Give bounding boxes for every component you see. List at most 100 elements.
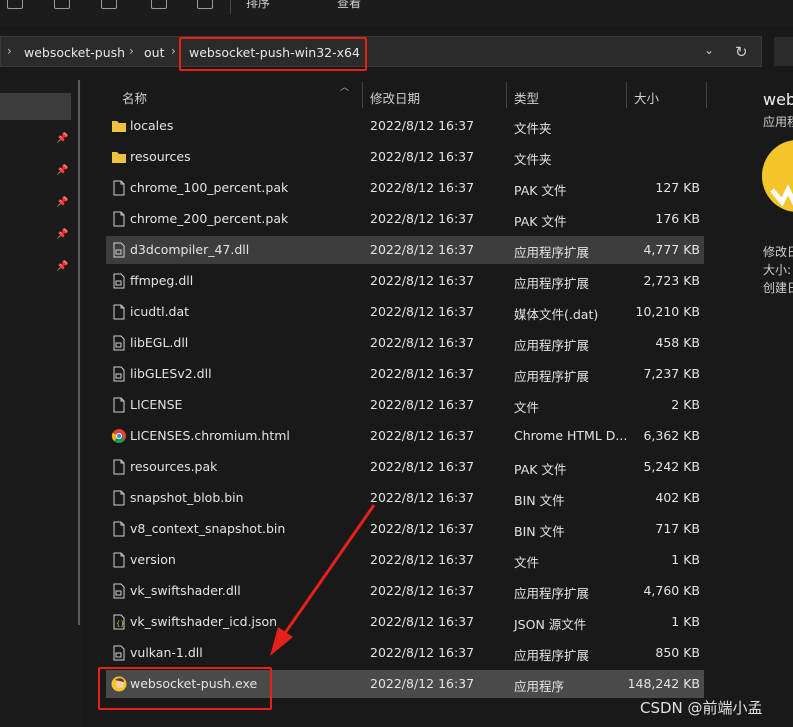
column-type[interactable]: 类型: [514, 88, 539, 107]
copy-icon[interactable]: [7, 0, 23, 9]
search-box-edge[interactable]: [774, 37, 793, 66]
dll-icon: [111, 273, 127, 289]
details-modified-label: 修改日: [763, 245, 793, 259]
file-type: 应用程序扩展: [514, 369, 590, 384]
app-avatar-icon: [762, 140, 793, 212]
dll-icon: [111, 242, 127, 258]
file-row[interactable]: snapshot_blob.bin 2022/8/12 16:37 BIN 文件 40…: [106, 484, 704, 512]
file-row[interactable]: version 2022/8/12 16:37 文件 1 KB: [106, 546, 704, 574]
file-row[interactable]: LICENSES.chromium.html 2022/8/12 16:37 Chr…: [106, 422, 704, 450]
file-row[interactable]: resources.pak 2022/8/12 16:37 PAK 文件 5,242 …: [106, 453, 704, 481]
file-row[interactable]: vulkan-1.dll 2022/8/12 16:37 应用程序扩展 850 KB: [106, 639, 704, 667]
file-row[interactable]: {} vk_swiftshader_icd.json 2022/8/12 16:37…: [106, 608, 704, 636]
file-row[interactable]: libGLESv2.dll 2022/8/12 16:37 应用程序扩展 7,237 …: [106, 360, 704, 388]
file-name: vulkan-1.dll: [130, 645, 203, 660]
file-row[interactable]: LICENSE 2022/8/12 16:37 文件 2 KB: [106, 391, 704, 419]
chevron-right-icon: ›: [171, 44, 176, 58]
file-size: 1 KB: [671, 552, 700, 567]
file-size: 402 KB: [655, 490, 700, 505]
file-size: 2 KB: [671, 397, 700, 412]
paste-icon[interactable]: [54, 0, 70, 9]
column-name[interactable]: 名称: [122, 88, 147, 107]
file-icon: [111, 552, 127, 568]
file-size: 5,242 KB: [643, 459, 700, 474]
breadcrumb-out[interactable]: out: [144, 45, 164, 60]
file-date: 2022/8/12 16:37: [370, 366, 475, 381]
command-bar: 排序 查看: [0, 0, 793, 26]
file-row[interactable]: chrome_200_percent.pak 2022/8/12 16:37 PAK…: [106, 205, 704, 233]
file-size: 4,777 KB: [643, 242, 700, 257]
file-date: 2022/8/12 16:37: [370, 490, 475, 505]
toolbar-divider: [230, 0, 231, 14]
view-button[interactable]: 查看: [337, 0, 361, 11]
file-date: 2022/8/12 16:37: [370, 428, 475, 443]
breadcrumb-websocket-push[interactable]: websocket-push: [24, 45, 125, 60]
nav-item-selected[interactable]: [0, 93, 71, 120]
file-date: 2022/8/12 16:37: [370, 645, 475, 660]
file-row[interactable]: chrome_100_percent.pak 2022/8/12 16:37 PAK…: [106, 174, 704, 202]
details-pane: web 应用程 修改日 大小: 创建日: [735, 80, 793, 380]
dll-icon: [111, 645, 127, 661]
highlight-box-folder: [179, 37, 367, 71]
file-row[interactable]: locales 2022/8/12 16:37 文件夹: [106, 112, 704, 140]
chevron-right-icon: ›: [7, 44, 12, 58]
file-row[interactable]: v8_context_snapshot.bin 2022/8/12 16:37 BI…: [106, 515, 704, 543]
file-row[interactable]: ffmpeg.dll 2022/8/12 16:37 应用程序扩展 2,723 KB: [106, 267, 704, 295]
file-name: resources.pak: [130, 459, 218, 474]
file-icon: [111, 211, 127, 227]
file-icon: [111, 304, 127, 320]
column-divider[interactable]: [626, 82, 627, 108]
file-size: 2,723 KB: [643, 273, 700, 288]
file-icon: [111, 490, 127, 506]
dll-icon: [111, 366, 127, 382]
chevron-down-icon[interactable]: ⌄: [704, 43, 714, 57]
pin-icon: 📌: [56, 197, 69, 208]
nav-scrollbar[interactable]: [78, 80, 80, 625]
file-name: libGLESv2.dll: [130, 366, 212, 381]
sort-button[interactable]: 排序: [246, 0, 270, 11]
watermark: CSDN @前端小孟: [640, 699, 763, 717]
file-name: icudtl.dat: [130, 304, 190, 319]
file-type: PAK 文件: [514, 214, 567, 229]
share-icon-2[interactable]: [151, 0, 167, 9]
file-date: 2022/8/12 16:37: [370, 552, 475, 567]
file-type: PAK 文件: [514, 462, 567, 477]
folder-icon: [111, 149, 127, 165]
details-title: web: [763, 90, 793, 109]
file-type: 应用程序扩展: [514, 338, 590, 353]
file-name: LICENSES.chromium.html: [130, 428, 290, 443]
file-date: 2022/8/12 16:37: [370, 242, 475, 257]
pin-icon: 📌: [56, 229, 69, 240]
file-name: d3dcompiler_47.dll: [130, 242, 250, 257]
column-divider[interactable]: [362, 82, 363, 108]
file-name: chrome_100_percent.pak: [130, 180, 289, 195]
file-type: 应用程序: [514, 679, 565, 694]
file-date: 2022/8/12 16:37: [370, 614, 475, 629]
address-bar[interactable]: › websocket-push › out › websocket-push-…: [0, 36, 762, 67]
file-name: ffmpeg.dll: [130, 273, 194, 288]
navigation-pane: 📌 📌 📌 📌 📌: [0, 80, 82, 727]
file-icon: [111, 521, 127, 537]
file-row[interactable]: libEGL.dll 2022/8/12 16:37 应用程序扩展 458 KB: [106, 329, 704, 357]
share-icon[interactable]: [101, 0, 117, 9]
file-date: 2022/8/12 16:37: [370, 211, 475, 226]
dll-icon: [111, 335, 127, 351]
pin-icon: 📌: [56, 165, 69, 176]
file-date: 2022/8/12 16:37: [370, 521, 475, 536]
column-divider[interactable]: [506, 82, 507, 108]
file-size: 148,242 KB: [627, 676, 700, 691]
file-size: 1 KB: [671, 614, 700, 629]
highlight-box-exe: [98, 667, 272, 710]
column-size[interactable]: 大小: [634, 88, 659, 107]
column-date[interactable]: 修改日期: [370, 88, 420, 107]
file-size: 176 KB: [655, 211, 700, 226]
delete-icon[interactable]: [197, 0, 213, 9]
file-row[interactable]: d3dcompiler_47.dll 2022/8/12 16:37 应用程序扩展 4…: [106, 236, 704, 264]
details-size-label: 大小:: [763, 263, 792, 277]
file-row[interactable]: vk_swiftshader.dll 2022/8/12 16:37 应用程序扩展 4…: [106, 577, 704, 605]
file-row[interactable]: icudtl.dat 2022/8/12 16:37 媒体文件(.dat) 10,21…: [106, 298, 704, 326]
column-divider[interactable]: [706, 82, 707, 108]
file-size: 6,362 KB: [643, 428, 700, 443]
refresh-icon[interactable]: ↻: [735, 43, 748, 61]
file-row[interactable]: resources 2022/8/12 16:37 文件夹: [106, 143, 704, 171]
